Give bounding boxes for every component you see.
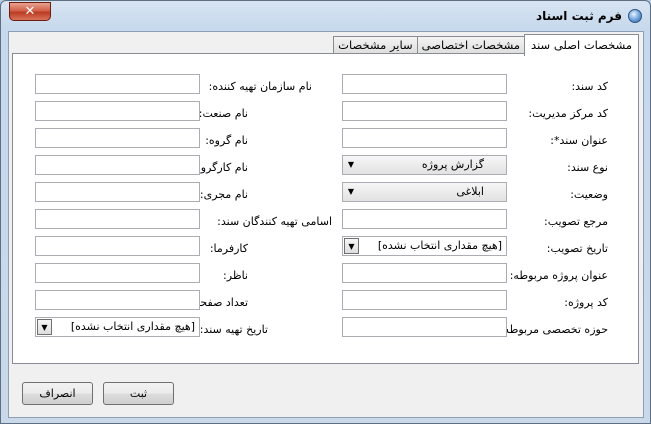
related-specialty-label: حوزه تخصصی مربوطه:: [499, 323, 608, 336]
tab-strip: مشخصات اصلی سند مشخصات اختصاصی سایر مشخص…: [333, 34, 639, 56]
close-button[interactable]: ✕: [9, 2, 51, 21]
executor-label: نام مجری:: [199, 188, 248, 201]
chevron-down-icon[interactable]: ▼: [37, 319, 52, 335]
doc-title-field[interactable]: [342, 128, 507, 148]
close-icon: ✕: [24, 4, 36, 19]
employer-field[interactable]: [35, 236, 200, 256]
preparers-label: اسامی تهیه کنندگان سند:: [217, 215, 332, 228]
doc-type-label: نوع سند:: [567, 161, 608, 174]
workgroup-field[interactable]: [35, 155, 200, 175]
chevron-down-icon[interactable]: ▼: [343, 183, 359, 201]
preparers-field[interactable]: [35, 209, 200, 229]
doc-code-label: کد سند:: [571, 80, 608, 93]
prep-date-value: [هیچ مقداری انتخاب نشده]: [70, 320, 195, 333]
approval-date-label: تاریخ تصویب:: [546, 242, 608, 255]
project-code-field[interactable]: [342, 290, 507, 310]
project-code-label: کد پروژه:: [564, 296, 608, 309]
cancel-button[interactable]: انصراف: [22, 382, 93, 405]
related-specialty-field[interactable]: [342, 317, 507, 337]
prep-date-label: تاریخ تهیه سند:: [199, 323, 268, 336]
tab-panel-main: کد سند: کد مرکز مدیریت: عنوان سند*: نوع …: [12, 53, 639, 364]
industry-field[interactable]: [35, 101, 200, 121]
window-title: فرم ثبت اسناد: [535, 9, 622, 23]
document-registration-window: ✕ فرم ثبت اسناد مشخصات اصلی سند مشخصات ا…: [0, 0, 651, 424]
group-label: نام گروه:: [205, 134, 248, 147]
related-project-title-label: عنوان پروژه مربوطه:: [509, 269, 608, 282]
form-client-area: مشخصات اصلی سند مشخصات اختصاصی سایر مشخص…: [8, 31, 644, 418]
related-project-title-field[interactable]: [342, 263, 507, 283]
group-field[interactable]: [35, 128, 200, 148]
employer-label: کارفرما:: [209, 242, 248, 255]
save-button[interactable]: ثبت: [103, 382, 174, 405]
chevron-down-icon[interactable]: ▼: [343, 156, 359, 174]
status-combo[interactable]: ابلاغی ▼: [342, 182, 507, 202]
status-value: ابلاغی: [456, 185, 484, 198]
mgmt-center-code-field[interactable]: [342, 101, 507, 121]
approval-ref-label: مرجع تصویب:: [544, 215, 608, 228]
industry-label: نام صنعت:: [198, 107, 248, 120]
chevron-down-icon[interactable]: ▼: [344, 238, 359, 254]
document-icon: [628, 9, 642, 23]
status-label: وضعیت:: [570, 188, 608, 201]
tab-main-specs[interactable]: مشخصات اصلی سند: [524, 34, 639, 56]
approval-ref-field[interactable]: [342, 209, 507, 229]
preparer-org-label: نام سازمان تهیه کننده:: [208, 80, 312, 93]
title-bar[interactable]: ✕ فرم ثبت اسناد: [1, 1, 650, 31]
approval-date-value: [هیچ مقداری انتخاب نشده]: [377, 239, 502, 252]
doc-title-label: عنوان سند*:: [550, 134, 608, 147]
approval-date-picker[interactable]: [هیچ مقداری انتخاب نشده] ▼: [342, 236, 507, 256]
doc-code-field[interactable]: [342, 74, 507, 94]
supervisor-field[interactable]: [35, 263, 200, 283]
page-count-field[interactable]: [35, 290, 200, 310]
doc-type-combo[interactable]: گزارش پروژه ▼: [342, 155, 507, 175]
prep-date-picker[interactable]: [هیچ مقداری انتخاب نشده] ▼: [35, 317, 200, 337]
doc-type-value: گزارش پروژه: [421, 158, 484, 171]
preparer-org-field[interactable]: [35, 74, 200, 94]
supervisor-label: ناظر:: [223, 269, 248, 282]
executor-field[interactable]: [35, 182, 200, 202]
mgmt-center-code-label: کد مرکز مدیریت:: [528, 107, 608, 120]
